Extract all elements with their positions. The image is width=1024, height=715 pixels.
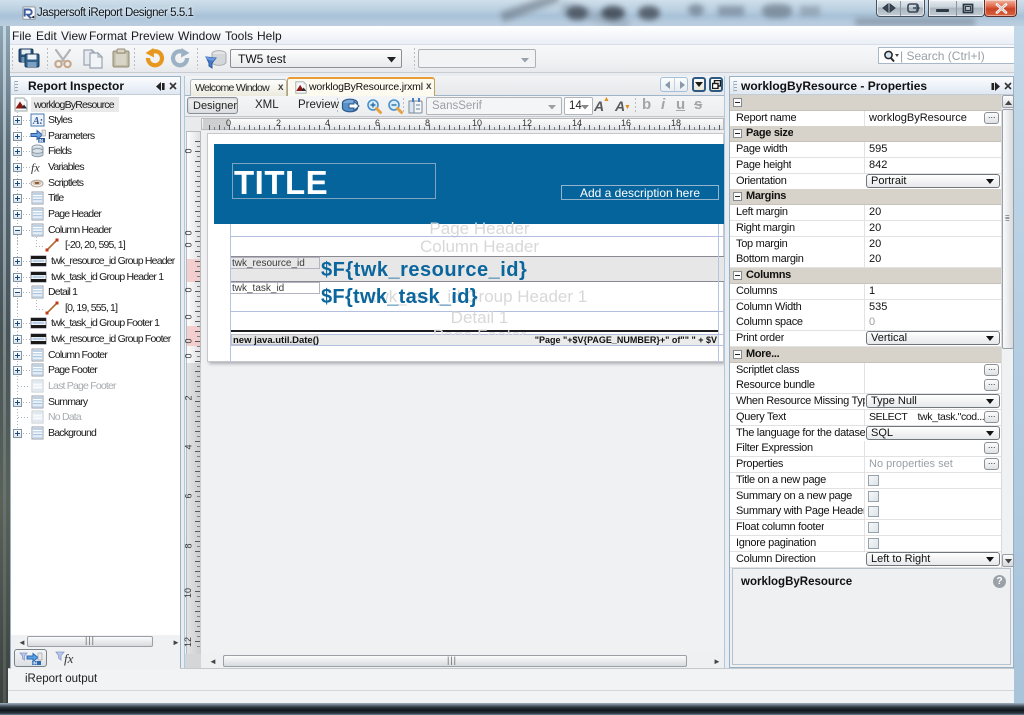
- svg-text:fx: fx: [64, 651, 74, 666]
- svg-text:A:: A:: [32, 116, 43, 127]
- svg-text:IN: IN: [33, 661, 38, 665]
- svg-text:fx: fx: [31, 161, 40, 175]
